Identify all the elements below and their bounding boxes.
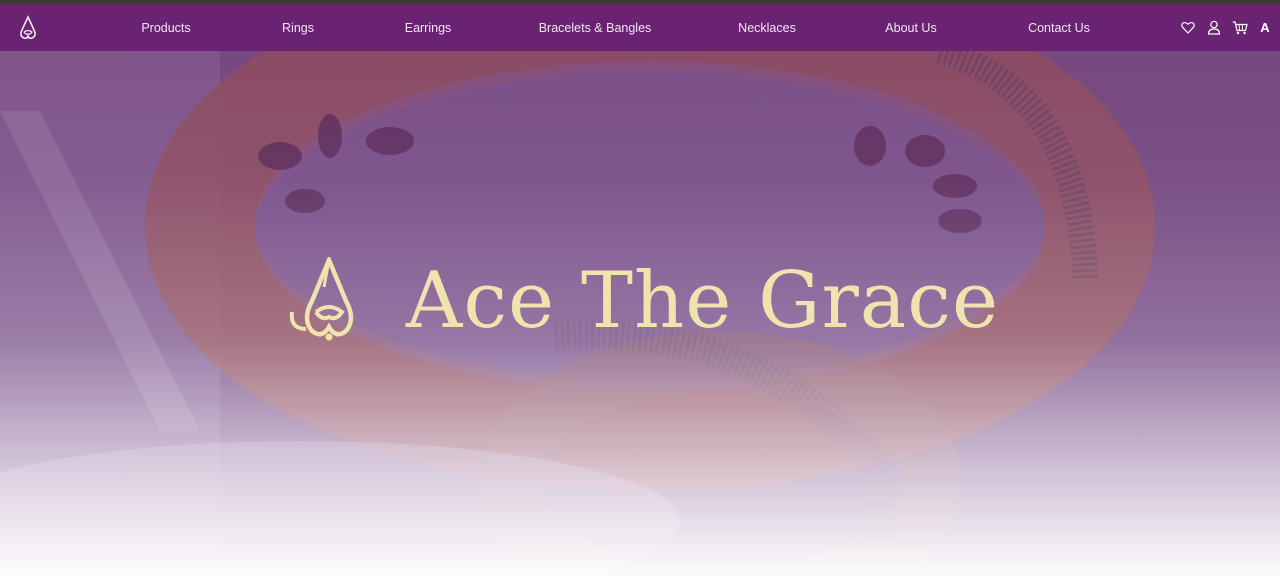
nav-links: Products Rings Earrings Bracelets & Bang… bbox=[0, 4, 1280, 51]
nav-link-rings[interactable]: Rings bbox=[282, 4, 314, 51]
language-toggle[interactable]: A bbox=[1258, 20, 1272, 35]
hero-brand-lockup: Ace The Grace bbox=[288, 254, 1000, 346]
nav-link-bracelets-bangles[interactable]: Bracelets & Bangles bbox=[539, 4, 652, 51]
main-navbar: Products Rings Earrings Bracelets & Bang… bbox=[0, 4, 1280, 51]
nav-link-products[interactable]: Products bbox=[141, 4, 190, 51]
hero-banner: Ace The Grace bbox=[0, 51, 1280, 576]
user-icon[interactable] bbox=[1206, 20, 1222, 36]
hero-brand-name: Ace The Grace bbox=[406, 256, 1000, 346]
nav-link-contact-us[interactable]: Contact Us bbox=[1028, 4, 1090, 51]
cart-icon[interactable] bbox=[1232, 20, 1248, 36]
ace-the-grace-logo-icon bbox=[288, 254, 370, 345]
nav-link-about-us[interactable]: About Us bbox=[885, 4, 936, 51]
nav-link-earrings[interactable]: Earrings bbox=[405, 4, 452, 51]
nav-link-necklaces[interactable]: Necklaces bbox=[738, 4, 796, 51]
nav-icon-group: A bbox=[1180, 4, 1272, 51]
heart-icon[interactable] bbox=[1180, 20, 1196, 36]
